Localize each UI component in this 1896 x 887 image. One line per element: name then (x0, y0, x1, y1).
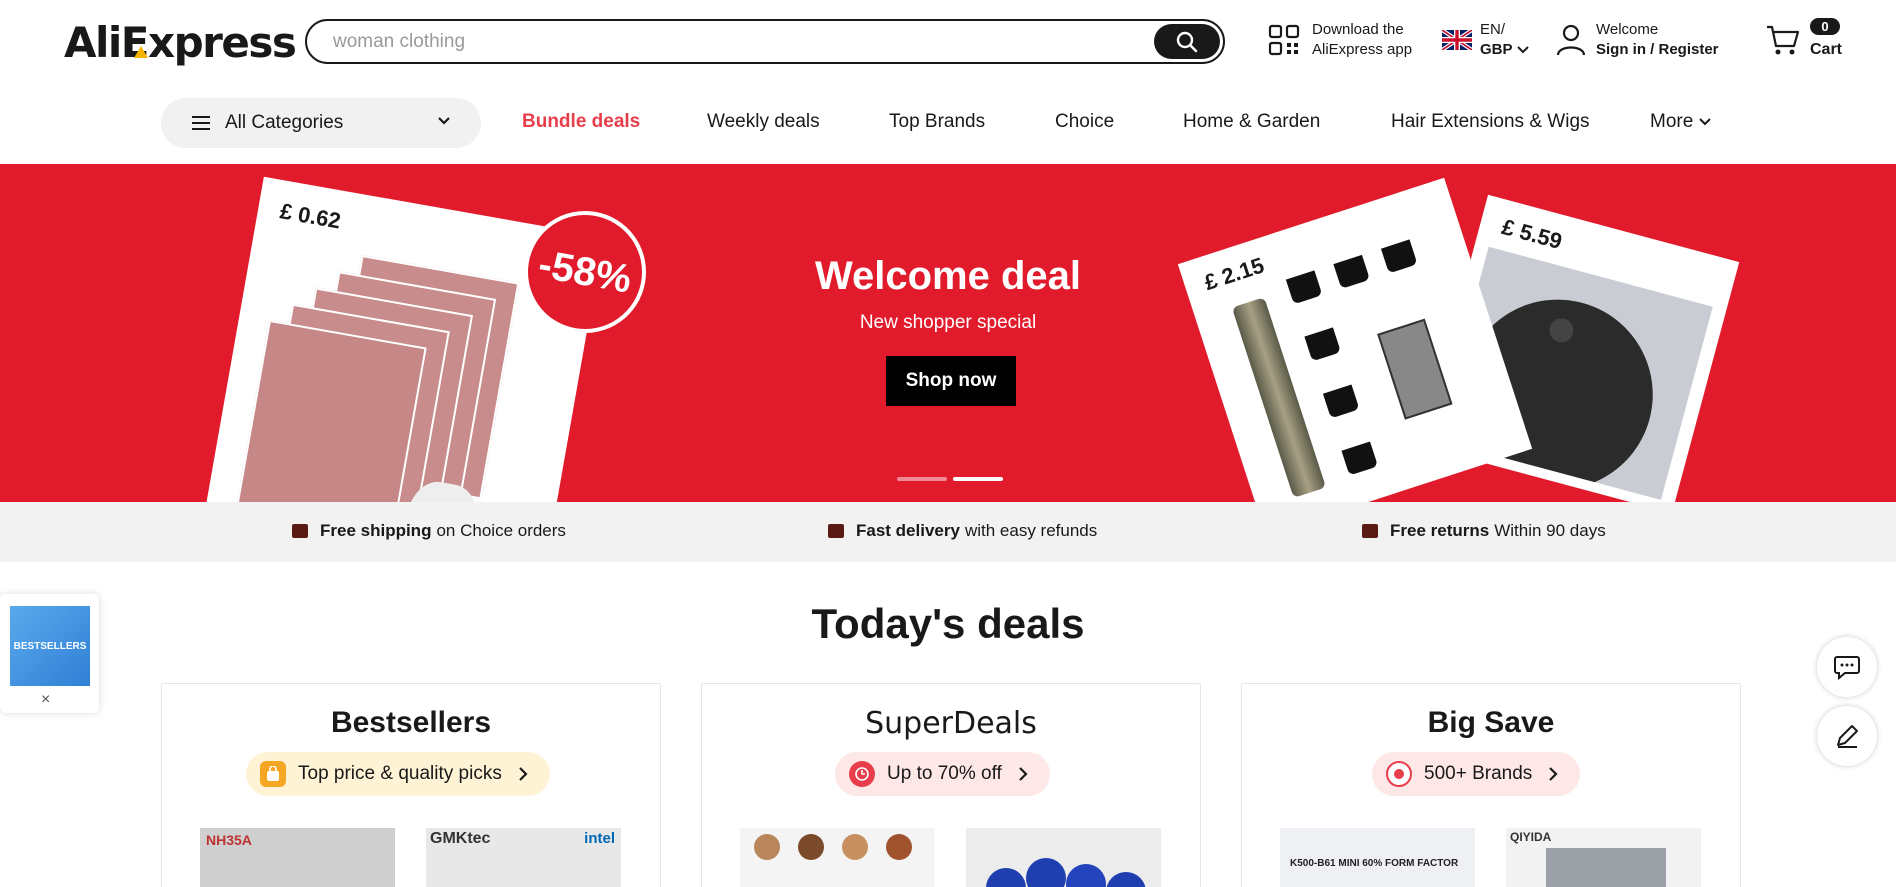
product-thumb-blue-beads[interactable] (966, 828, 1161, 887)
deal-card-title: Big Save (1427, 706, 1555, 739)
deal-pill-label: Top price & quality picks (298, 763, 502, 784)
download-app-link[interactable]: Download the AliExpress app (1268, 20, 1412, 60)
benefit-text: on Choice orders (436, 521, 566, 540)
benefit-bold: Free returns (1390, 521, 1490, 540)
carousel-dot-2-active[interactable] (953, 477, 1003, 481)
carousel-dot-1[interactable] (897, 477, 947, 481)
truck-icon (292, 524, 308, 538)
product-thumb-shoe-charms[interactable] (740, 828, 935, 887)
nav-weekly-deals[interactable]: Weekly deals (707, 111, 820, 133)
product-thumb-machine[interactable]: QIYIDA (1506, 828, 1701, 887)
welcome-deal-banner[interactable]: £ 0.62 -58% Welcome deal New shopper spe… (0, 164, 1896, 502)
menu-icon (192, 116, 210, 130)
price-tag: £ 5.59 (1499, 214, 1565, 254)
intel-logo: intel (584, 830, 615, 847)
deal-card-title: Bestsellers (330, 706, 492, 739)
benefit-free-returns: Free returns Within 90 days (1362, 521, 1606, 541)
chevron-down-icon (438, 117, 450, 125)
language-code: EN/ (1480, 21, 1506, 38)
thumb-label: GMKtec (430, 830, 491, 847)
aliexpress-logo[interactable]: AliExpress (64, 18, 297, 67)
chevron-right-icon (1549, 767, 1558, 781)
feedback-button[interactable] (1817, 706, 1877, 766)
nav-more-label: More (1650, 111, 1694, 132)
deal-card-title: SuperDeals (865, 706, 1037, 741)
floating-bestsellers-widget[interactable]: BESTSELLERS × (0, 594, 99, 713)
thumb-label: NH35A (206, 832, 252, 848)
chat-icon (1834, 656, 1860, 680)
close-icon[interactable]: × (41, 691, 50, 709)
all-categories-label: All Categories (225, 112, 344, 133)
chevron-down-icon (1699, 118, 1712, 126)
benefits-bar: Free shipping on Choice orders Fast deli… (0, 502, 1896, 562)
cart-icon (1767, 25, 1800, 55)
search-bar (305, 19, 1225, 64)
welcome-text: Welcome (1596, 21, 1659, 38)
account-menu[interactable]: Welcome Sign in / Register (1556, 20, 1719, 60)
nav-home-garden[interactable]: Home & Garden (1183, 111, 1320, 133)
deal-pill-superdeals[interactable]: Up to 70% off (835, 752, 1050, 796)
product-thumb-keyboard[interactable]: K500-B61 MINI 60% FORM FACTOR (1280, 828, 1475, 887)
language-currency-selector[interactable]: EN/ GBP (1442, 20, 1529, 60)
uk-flag-icon (1442, 30, 1472, 50)
search-icon (1176, 31, 1198, 52)
deal-pill-label: 500+ Brands (1424, 763, 1533, 784)
sign-in-register-link[interactable]: Sign in / Register (1596, 40, 1719, 60)
deal-pill-big-save[interactable]: 500+ Brands (1372, 752, 1581, 796)
nav-hair-extensions-wigs[interactable]: Hair Extensions & Wigs (1391, 111, 1590, 133)
benefit-text: Within 90 days (1494, 521, 1606, 540)
cart-button[interactable]: 0 Cart (1766, 18, 1866, 62)
currency-code: GBP (1480, 41, 1513, 58)
benefit-bold: Free shipping (320, 521, 432, 540)
price-tag: £ 0.62 (278, 198, 343, 234)
logo-text: AliExpress (64, 18, 297, 67)
deal-pill-bestsellers[interactable]: Top price & quality picks (246, 752, 550, 796)
product-thumb-mini-pc[interactable]: GMKtec intel (426, 828, 621, 887)
thumb-label: K500-B61 MINI 60% FORM FACTOR (1290, 858, 1459, 869)
benefit-fast-delivery: Fast delivery with easy refunds (828, 521, 1097, 541)
deal-card-bestsellers[interactable]: Bestsellers Top price & quality picks NH… (161, 683, 661, 887)
chevron-right-icon (1019, 767, 1028, 781)
product-thumb-watch-movement[interactable]: NH35A (200, 828, 395, 887)
clock-icon (849, 761, 875, 787)
chat-button[interactable] (1817, 637, 1877, 697)
benefit-bold: Fast delivery (856, 521, 960, 540)
chevron-right-icon (519, 767, 528, 781)
search-button[interactable] (1154, 24, 1220, 59)
thumb-label: QIYIDA (1510, 830, 1552, 844)
app-line2: AliExpress app (1312, 41, 1413, 58)
return-icon (1362, 524, 1378, 538)
cart-count-badge: 0 (1810, 18, 1840, 35)
deal-card-big-save[interactable]: Big Save 500+ Brands K500-B61 MINI 60% F… (1241, 683, 1741, 887)
nav-top-brands[interactable]: Top Brands (889, 111, 985, 133)
bestsellers-thumbnail[interactable]: BESTSELLERS (10, 606, 90, 686)
all-categories-dropdown[interactable]: All Categories (161, 98, 481, 148)
benefit-free-shipping: Free shipping on Choice orders (292, 521, 566, 541)
category-nav: All Categories Bundle deals Weekly deals… (0, 98, 1896, 150)
nav-bundle-deals[interactable]: Bundle deals (522, 111, 640, 133)
user-icon (1556, 24, 1586, 56)
deal-pill-label: Up to 70% off (887, 763, 1002, 784)
qr-code-icon (1268, 24, 1300, 56)
nav-choice[interactable]: Choice (1055, 111, 1114, 133)
brand-logos-icon (1386, 761, 1412, 787)
todays-deals-title: Today's deals (811, 600, 1085, 647)
shop-now-button[interactable]: Shop now (886, 356, 1016, 406)
nav-more[interactable]: More (1650, 111, 1712, 133)
search-input[interactable] (333, 29, 1153, 55)
cart-label: Cart (1810, 41, 1843, 58)
deal-card-superdeals[interactable]: SuperDeals Up to 70% off (701, 683, 1201, 887)
shopping-bag-icon (260, 761, 286, 787)
benefit-text: with easy refunds (964, 521, 1098, 540)
header: AliExpress Download the AliExpress app (0, 0, 1896, 84)
chevron-down-icon (1516, 46, 1529, 54)
box-icon (828, 524, 844, 538)
app-line1: Download the (1312, 21, 1404, 38)
edit-icon (1837, 725, 1858, 748)
